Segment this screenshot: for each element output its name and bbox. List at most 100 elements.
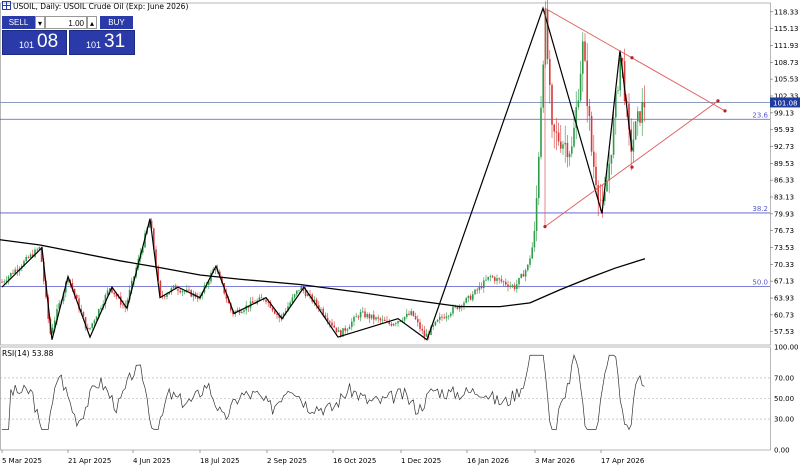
candle-body bbox=[265, 299, 267, 302]
volume-increase-button[interactable]: ▴ bbox=[87, 16, 97, 29]
candle-body bbox=[357, 316, 360, 318]
candle-body bbox=[403, 316, 406, 321]
price-axis-label: 105.53 bbox=[774, 76, 799, 84]
candle-body bbox=[348, 326, 351, 330]
rsi-axis-label: 0.00 bbox=[774, 447, 790, 455]
candle-body bbox=[634, 121, 637, 140]
candle-body bbox=[511, 285, 514, 287]
x-axis-label: 1 Dec 2025 bbox=[401, 457, 441, 465]
candle-body bbox=[188, 289, 190, 291]
triangle-vertex-marker bbox=[630, 56, 634, 60]
volume-decrease-button[interactable]: ▾ bbox=[35, 16, 45, 29]
candle-body bbox=[632, 139, 635, 152]
price-axis-label: 118.33 bbox=[774, 8, 799, 16]
chevron-down-icon: ▾ bbox=[37, 19, 42, 28]
candle-body bbox=[100, 307, 102, 310]
candle-body bbox=[531, 247, 533, 259]
candle-body bbox=[476, 289, 478, 291]
price-axis-label: 115.13 bbox=[774, 25, 799, 33]
candle-body bbox=[395, 323, 397, 325]
candle-body bbox=[586, 60, 588, 107]
candle-body bbox=[507, 284, 509, 287]
candle-body bbox=[513, 285, 516, 290]
candle-body bbox=[364, 311, 366, 318]
candle-body bbox=[557, 132, 560, 142]
candle-body bbox=[474, 289, 476, 295]
candle-body bbox=[113, 292, 115, 295]
candle-body bbox=[390, 323, 393, 326]
price-axis-label: 99.13 bbox=[774, 109, 794, 117]
sell-price-panel[interactable]: 101 08 bbox=[2, 30, 67, 55]
rsi-axis-label: 50.00 bbox=[774, 395, 794, 403]
candle-body bbox=[335, 327, 338, 333]
x-axis-label: 17 Apr 2026 bbox=[601, 457, 645, 465]
candle-body bbox=[25, 257, 27, 261]
candle-body bbox=[593, 151, 595, 167]
candle-body bbox=[533, 230, 536, 248]
candle-body bbox=[566, 142, 569, 158]
candle-body bbox=[562, 144, 564, 149]
price-axis-label: 76.73 bbox=[774, 227, 794, 235]
candle-body bbox=[379, 318, 382, 321]
candle-body bbox=[304, 290, 307, 297]
candle-body bbox=[518, 277, 520, 285]
price-chart[interactable]: 118.33115.13111.93108.73105.53102.3399.1… bbox=[0, 0, 800, 467]
candle-body bbox=[368, 314, 371, 319]
fib-level-label: 50.0 bbox=[752, 279, 768, 287]
candle-body bbox=[293, 294, 296, 298]
sell-button[interactable]: SELL bbox=[2, 16, 35, 29]
triangle-vertex-marker bbox=[630, 165, 634, 169]
chevron-up-icon: ▴ bbox=[89, 19, 94, 28]
fib-level-label: 23.6 bbox=[752, 111, 768, 119]
candle-body bbox=[29, 254, 32, 258]
candle-body bbox=[414, 316, 417, 320]
candle-body bbox=[637, 111, 639, 122]
candle-body bbox=[366, 314, 368, 318]
candle-body bbox=[487, 276, 489, 280]
price-axis-label: 86.33 bbox=[774, 177, 794, 185]
buy-price-panel[interactable]: 101 31 bbox=[69, 30, 135, 55]
candle-body bbox=[177, 289, 179, 291]
candle-body bbox=[494, 277, 496, 281]
candle-body bbox=[346, 329, 349, 331]
buy-button[interactable]: BUY bbox=[100, 16, 133, 29]
candle-body bbox=[643, 102, 646, 108]
candle-body bbox=[469, 295, 472, 300]
candle-body bbox=[485, 279, 487, 281]
candle-body bbox=[419, 322, 421, 329]
x-axis-label: 18 Jul 2025 bbox=[200, 457, 240, 465]
candle-body bbox=[333, 325, 335, 328]
candle-body bbox=[555, 131, 558, 133]
candle-body bbox=[527, 264, 529, 271]
moving-average-line bbox=[0, 239, 646, 308]
candle-body bbox=[89, 327, 91, 330]
volume-input[interactable]: 1.00 bbox=[45, 16, 87, 29]
candle-body bbox=[505, 281, 507, 285]
candle-body bbox=[271, 307, 274, 311]
candle-body bbox=[370, 314, 373, 319]
candle-body bbox=[465, 297, 467, 303]
triangle-vertex-marker bbox=[716, 99, 720, 103]
candle-body bbox=[546, 9, 549, 60]
candle-body bbox=[1, 281, 3, 283]
candle-body bbox=[478, 286, 481, 291]
candle-body bbox=[617, 90, 619, 92]
rsi-axis-label: 30.00 bbox=[774, 416, 794, 424]
candle-body bbox=[443, 317, 445, 319]
candle-body bbox=[571, 146, 573, 154]
candle-body bbox=[564, 142, 566, 145]
candle-body bbox=[524, 270, 527, 277]
candle-body bbox=[298, 290, 300, 291]
candle-body bbox=[432, 325, 434, 327]
candle-body bbox=[291, 297, 294, 303]
x-axis-label: 4 Jun 2025 bbox=[133, 457, 171, 465]
rsi-label: RSI(14) 53.88 bbox=[2, 349, 54, 358]
candle-body bbox=[584, 41, 586, 61]
candle-body bbox=[573, 127, 575, 147]
candle-body bbox=[408, 313, 410, 315]
price-axis-label: 70.33 bbox=[774, 261, 794, 269]
price-axis-label: 89.53 bbox=[774, 160, 794, 168]
candle-body bbox=[381, 319, 384, 321]
candle-body bbox=[243, 310, 245, 312]
candle-body bbox=[355, 316, 357, 318]
